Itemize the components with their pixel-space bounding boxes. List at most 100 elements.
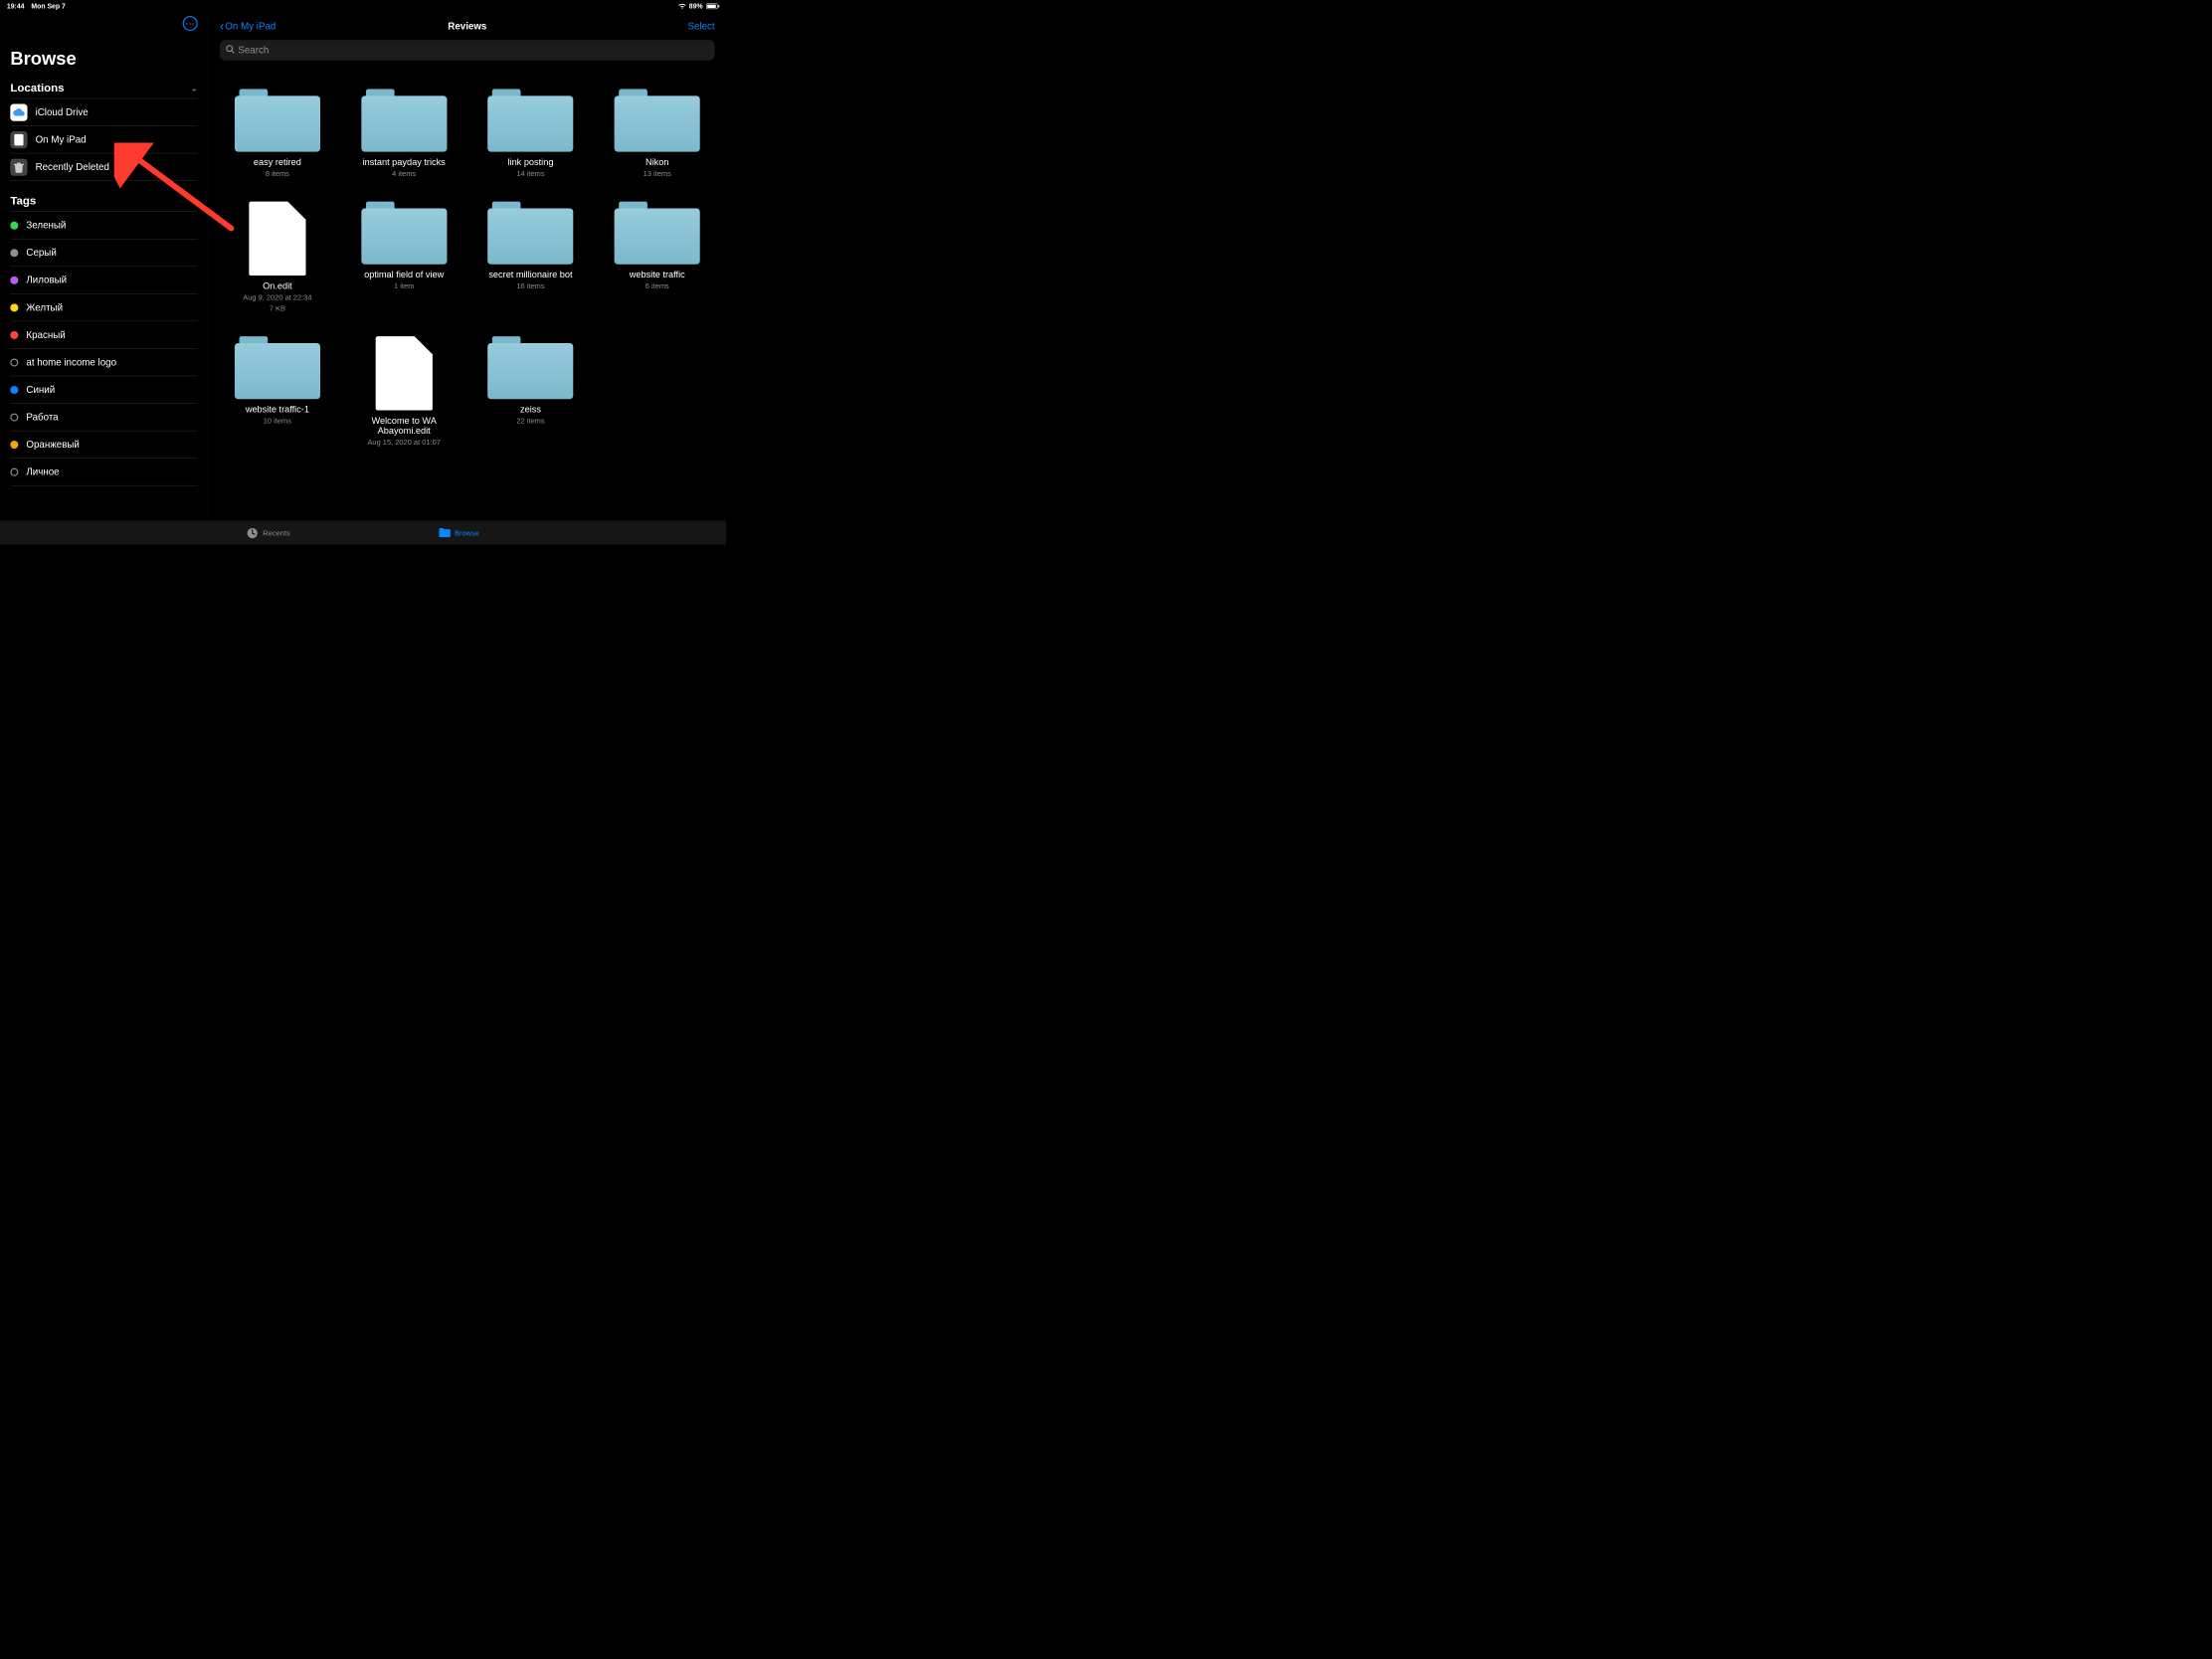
folder-icon — [487, 202, 573, 265]
sidebar-item-label: On My iPad — [36, 134, 87, 145]
sidebar-location-icloud-drive[interactable]: iCloud Drive — [10, 98, 197, 126]
tag-dot-icon — [10, 467, 18, 475]
sidebar-tag-оранжевый[interactable]: Оранжевый — [10, 431, 197, 459]
search-field[interactable] — [220, 40, 715, 61]
item-name: secret millionaire bot — [488, 270, 572, 279]
tag-dot-icon — [10, 221, 18, 229]
folder-icon — [615, 90, 700, 152]
sidebar-item-label: at home income logo — [26, 356, 116, 367]
folder-item[interactable]: easy retired8 items — [220, 90, 335, 179]
item-name: link posting — [507, 157, 553, 167]
tag-dot-icon — [10, 358, 18, 366]
more-options-button[interactable]: ⋯ — [183, 16, 198, 31]
folder-item[interactable]: instant payday tricks 4 items — [346, 90, 461, 179]
sidebar-item-label: Серый — [26, 247, 56, 258]
files-grid: easy retired8 itemsinstant payday tricks… — [209, 67, 727, 521]
search-input[interactable] — [238, 45, 709, 56]
cloud-icon — [10, 103, 27, 120]
item-subtitle: 10 items — [264, 416, 291, 426]
folder-icon — [487, 90, 573, 152]
tag-dot-icon — [10, 441, 18, 449]
item-name: On.edit — [263, 281, 292, 291]
page-title: Reviews — [448, 21, 486, 32]
file-icon — [375, 336, 432, 411]
item-name: website traffic-1 — [246, 405, 309, 415]
tag-dot-icon — [10, 276, 18, 284]
folder-icon — [235, 336, 320, 399]
back-button[interactable]: ‹ On My iPad — [220, 19, 276, 34]
tag-dot-icon — [10, 249, 18, 257]
sidebar-tag-работа[interactable]: Работа — [10, 404, 197, 432]
folder-icon — [361, 202, 447, 265]
item-name: instant payday tricks — [363, 157, 446, 167]
item-name: website traffic — [630, 270, 685, 279]
item-name: Nikon — [645, 157, 668, 167]
sidebar-tag-зеленый[interactable]: Зеленый — [10, 212, 197, 240]
item-subtitle: 22 items — [516, 416, 544, 426]
tag-dot-icon — [10, 413, 18, 421]
sidebar-location-recently-deleted[interactable]: Recently Deleted — [10, 153, 197, 181]
folder-item[interactable]: Nikon 13 items — [600, 90, 715, 179]
file-item[interactable]: On.editAug 9, 2020 at 22:347 KB — [220, 202, 335, 313]
tags-header[interactable]: Tags ⌄ — [10, 192, 197, 212]
tag-dot-icon — [10, 386, 18, 394]
tab-bar: Recents Browse — [0, 520, 726, 544]
folder-item[interactable]: secret millionaire bot16 items — [473, 202, 589, 313]
tag-dot-icon — [10, 303, 18, 311]
item-subtitle: 7 KB — [270, 303, 285, 313]
chevron-left-icon: ‹ — [220, 19, 224, 34]
sidebar-item-label: Желтый — [26, 301, 63, 312]
item-name: optimal field of view — [364, 270, 444, 279]
sidebar-tag-лиловый[interactable]: Лиловый — [10, 267, 197, 294]
sidebar-tag-синий[interactable]: Синий — [10, 376, 197, 404]
sidebar-item-label: Работа — [26, 412, 58, 423]
sidebar-title: Browse — [10, 48, 197, 69]
item-subtitle: 8 items — [266, 169, 289, 179]
folder-icon — [487, 336, 573, 399]
status-time: 19:44 — [7, 2, 25, 10]
item-subtitle: 6 items — [645, 281, 669, 291]
wifi-icon — [677, 2, 686, 11]
tab-recents[interactable]: Recents — [247, 527, 289, 537]
sidebar-item-label: Красный — [26, 329, 65, 340]
battery-icon — [705, 3, 719, 9]
chevron-down-icon: ⌄ — [191, 196, 198, 206]
item-subtitle: 1 item — [394, 281, 414, 291]
status-bar: 19:44 Mon Sep 7 89% — [0, 0, 726, 13]
select-button[interactable]: Select — [688, 21, 715, 32]
sidebar-item-label: Recently Deleted — [36, 161, 109, 172]
folder-item[interactable]: website traffic-110 items — [220, 336, 335, 448]
sidebar-item-label: Синий — [26, 384, 55, 395]
file-item[interactable]: Welcome to WA Abayomi.editAug 15, 2020 a… — [346, 336, 461, 448]
sidebar-tag-at-home-income-logo[interactable]: at home income logo — [10, 349, 197, 377]
battery-percent: 89% — [689, 2, 703, 10]
item-subtitle: 13 items — [644, 169, 671, 179]
folder-item[interactable]: optimal field of view 1 item — [346, 202, 461, 313]
folder-icon — [361, 90, 447, 152]
sidebar-item-label: Лиловый — [26, 275, 67, 285]
item-subtitle: Aug 9, 2020 at 22:34 — [243, 292, 311, 302]
content-pane: ‹ On My iPad Reviews Select easy retired… — [209, 13, 727, 521]
sidebar-tag-серый[interactable]: Серый — [10, 240, 197, 268]
sidebar-tag-желтый[interactable]: Желтый — [10, 294, 197, 322]
folder-item[interactable]: zeiss22 items — [473, 336, 589, 448]
search-icon — [226, 44, 235, 56]
item-subtitle: 14 items — [516, 169, 544, 179]
sidebar-item-label: Оранжевый — [26, 439, 79, 450]
sidebar-item-label: Зеленый — [26, 220, 66, 231]
folder-item[interactable]: website traffic 6 items — [600, 202, 715, 313]
ipad-icon — [10, 131, 27, 148]
folder-item[interactable]: link posting 14 items — [473, 90, 589, 179]
file-icon — [249, 202, 305, 276]
sidebar: ⋯ Browse Locations ⌄ iCloud Drive On My i… — [0, 13, 209, 521]
sidebar-location-on-my-ipad[interactable]: On My iPad — [10, 126, 197, 154]
locations-header[interactable]: Locations ⌄ — [10, 80, 197, 99]
folder-icon — [235, 90, 320, 152]
nav-bar: ‹ On My iPad Reviews Select — [209, 13, 727, 41]
sidebar-tag-личное[interactable]: Личное — [10, 459, 197, 486]
folder-icon — [439, 527, 450, 537]
item-subtitle: 4 items — [392, 169, 416, 179]
sidebar-item-label: iCloud Drive — [36, 106, 89, 117]
tab-browse[interactable]: Browse — [439, 527, 479, 537]
sidebar-tag-красный[interactable]: Красный — [10, 321, 197, 349]
